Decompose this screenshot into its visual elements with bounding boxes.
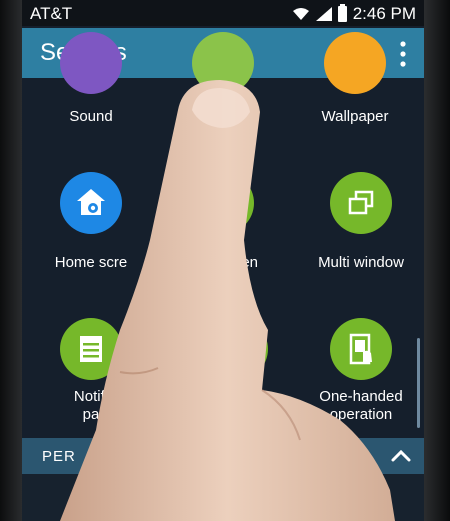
tile-label-home-screen: Home scre <box>54 254 128 271</box>
one-handed-glyph <box>349 333 372 365</box>
clock: 2:46 PM <box>352 4 416 23</box>
status-bar: AT&T 2:46 PM <box>22 0 424 26</box>
home-gear-glyph <box>77 189 105 215</box>
tile-label-notification-panel-line1: Notifi <box>73 388 109 405</box>
lock-screen-icon <box>192 172 254 234</box>
home-gear-icon <box>60 172 122 234</box>
tile-label-sound: Sound <box>69 108 113 125</box>
carrier-label: AT&T <box>30 4 73 23</box>
settings-tile-toolbox[interactable]: olbox <box>156 313 290 438</box>
tile-label-lock-screen: reen <box>227 254 259 271</box>
settings-tile-one-handed[interactable]: One-handed operation <box>294 313 424 438</box>
signal-icon <box>315 7 332 21</box>
tile-label-one-handed: One-handed operation <box>294 388 424 424</box>
settings-grid: Sound Wallpaper Home scre reen Multi win… <box>22 32 424 438</box>
settings-tile-wallpaper[interactable]: Wallpaper <box>288 32 422 138</box>
tile-label-one-handed-line1: One-handed <box>319 388 403 405</box>
battery-icon <box>337 4 347 22</box>
chevron-up-icon[interactable] <box>390 446 412 466</box>
phone-screen: AT&T 2:46 PM Settings Sound <box>22 0 424 521</box>
more-vertical-icon[interactable] <box>398 40 408 68</box>
tile-label-one-handed-line2: operation <box>329 406 393 423</box>
toolbox-glyph <box>227 339 247 359</box>
display-icon <box>192 32 254 94</box>
settings-tile-sound[interactable]: Sound <box>24 32 158 138</box>
settings-tile-home-screen[interactable]: Home scre <box>24 168 158 278</box>
status-icons: 2:46 PM <box>292 4 416 24</box>
wifi-icon <box>292 8 309 20</box>
tile-label-multi-window: Multi window <box>318 254 404 271</box>
tile-label-wallpaper: Wallpaper <box>321 108 389 125</box>
settings-list-below <box>22 474 424 521</box>
tile-label-notification-panel: Notifi pa <box>24 388 158 424</box>
multi-window-glyph <box>348 190 374 215</box>
notification-panel-icon <box>60 318 122 380</box>
notification-panel-glyph <box>80 336 102 362</box>
toolbox-icon <box>206 318 268 380</box>
multi-window-icon <box>330 172 392 234</box>
scrollbar-thumb[interactable] <box>417 338 420 428</box>
one-handed-icon <box>330 318 392 380</box>
phone-bezel-right <box>424 0 450 521</box>
settings-tile-multi-window[interactable]: Multi window <box>294 168 424 278</box>
phone-bezel-left <box>0 0 22 521</box>
tile-label-notification-panel-line2: pa <box>82 406 100 423</box>
sound-icon <box>60 32 122 94</box>
settings-tile-notification-panel[interactable]: Notifi pa <box>24 313 158 438</box>
settings-tile-lock-screen[interactable]: reen <box>156 168 290 278</box>
settings-tile-display[interactable] <box>156 32 290 138</box>
section-header-label: PER <box>42 448 76 465</box>
wallpaper-icon <box>324 32 386 94</box>
section-header-personalization[interactable]: PER <box>22 438 424 474</box>
